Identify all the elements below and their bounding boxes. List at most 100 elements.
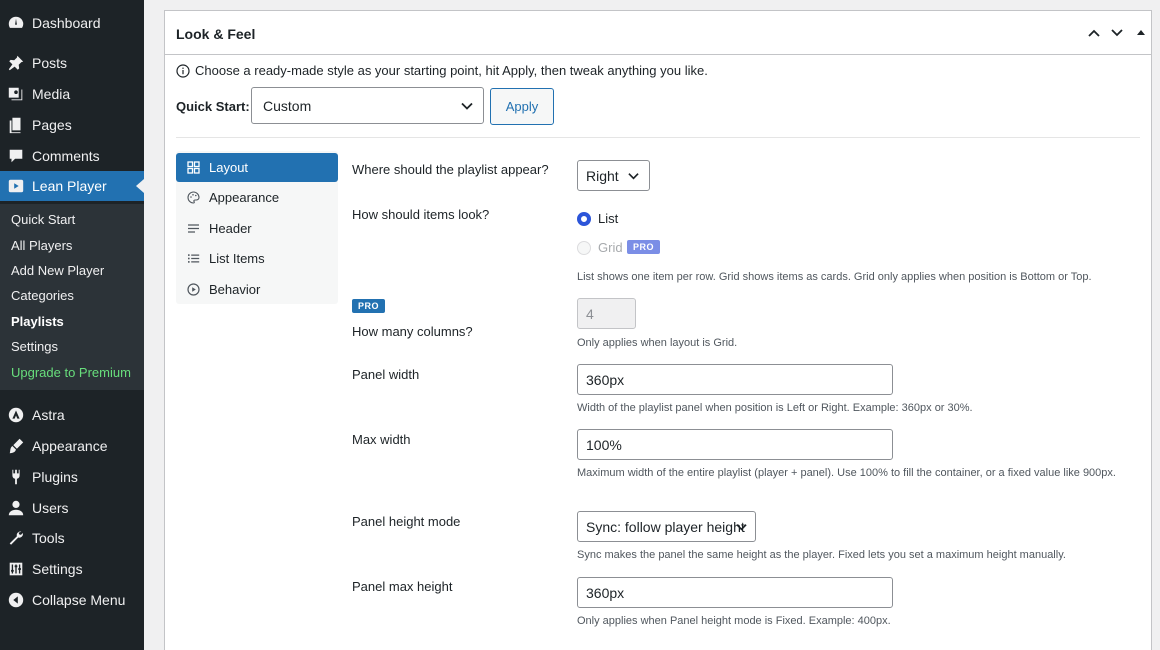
height-mode-label: Panel height mode — [352, 514, 461, 529]
look-description: List shows one item per row. Grid shows … — [577, 271, 1092, 283]
submenu-playlists[interactable]: Playlists — [11, 312, 64, 332]
tab-label: List Items — [209, 251, 265, 266]
tab-layout[interactable]: Layout — [176, 153, 338, 182]
menu-item-astra[interactable]: Astra — [0, 400, 144, 430]
lines-icon — [188, 224, 199, 233]
max-width-input[interactable]: 100% — [577, 429, 893, 460]
height-mode-value: Sync: follow player height — [586, 518, 745, 535]
max-width-label: Max width — [352, 432, 411, 447]
sliders-icon — [0, 560, 32, 578]
tab-label: Appearance — [209, 190, 280, 205]
quick-start-label: Quick Start: — [176, 99, 250, 114]
user-icon — [0, 499, 32, 517]
submenu-upgrade[interactable]: Upgrade to Premium — [11, 363, 131, 383]
comment-icon — [0, 147, 32, 165]
menu-item-dashboard[interactable]: Dashboard — [0, 8, 144, 38]
menu-item-users[interactable]: Users — [0, 493, 144, 523]
radio-indicator — [577, 240, 591, 255]
info-icon — [176, 63, 190, 78]
radio-label: List — [598, 211, 619, 226]
intro-text: Choose a ready-made style as your starti… — [195, 63, 708, 78]
submenu-all-players[interactable]: All Players — [11, 236, 72, 256]
caret-up-icon — [1137, 30, 1145, 35]
chevron-down-icon — [628, 172, 639, 179]
submenu-quick-start[interactable]: Quick Start — [11, 210, 75, 230]
menu-label: Dashboard — [32, 15, 101, 31]
chevron-down-icon — [461, 102, 473, 110]
play-circle-icon — [187, 283, 200, 296]
look-and-feel-panel: Look & Feel Choose a ready-made style as… — [164, 10, 1152, 650]
pro-badge: PRO — [352, 299, 386, 313]
menu-label: Comments — [32, 148, 100, 164]
panel-width-description: Width of the playlist panel when positio… — [577, 402, 973, 414]
submenu-add-new-player[interactable]: Add New Player — [11, 261, 104, 281]
menu-label: Media — [32, 86, 71, 102]
tab-behavior[interactable]: Behavior — [176, 275, 338, 304]
menu-item-collapse[interactable]: Collapse Menu — [0, 585, 144, 615]
max-height-input[interactable]: 360px — [577, 577, 893, 608]
apply-button[interactable]: Apply — [490, 88, 554, 125]
brush-icon — [0, 437, 32, 455]
menu-label: Settings — [32, 561, 83, 577]
move-up-button[interactable] — [1084, 23, 1104, 43]
pro-badge: PRO — [627, 240, 661, 254]
play-icon — [0, 177, 32, 195]
radio-label: Grid — [598, 240, 623, 255]
menu-item-pages[interactable]: Pages — [0, 110, 144, 140]
admin-sidebar: Dashboard Posts Media Pages Comments Lea… — [0, 0, 144, 650]
palette-icon — [187, 191, 200, 204]
collapse-icon — [0, 591, 32, 609]
submenu-categories[interactable]: Categories — [11, 286, 74, 306]
position-label: Where should the playlist appear? — [352, 162, 549, 177]
wrench-icon — [0, 529, 32, 547]
menu-item-settings[interactable]: Settings — [0, 554, 144, 584]
move-down-button[interactable] — [1107, 23, 1127, 43]
menu-item-comments[interactable]: Comments — [0, 141, 144, 171]
menu-item-posts[interactable]: Posts — [0, 48, 144, 78]
submenu-settings[interactable]: Settings — [11, 337, 58, 357]
max-height-description: Only applies when Panel height mode is F… — [577, 615, 891, 627]
panel-title: Look & Feel — [176, 26, 256, 42]
menu-label: Astra — [32, 407, 65, 423]
height-mode-select[interactable]: Sync: follow player height — [577, 511, 756, 542]
tab-label: Behavior — [209, 282, 261, 297]
panel-width-label: Panel width — [352, 367, 420, 382]
menu-label: Pages — [32, 117, 72, 133]
max-height-value: 360px — [586, 584, 625, 601]
chevron-down-icon — [736, 523, 747, 530]
look-label: How should items look? — [352, 207, 490, 222]
settings-tabs: Layout Appearance Header List Items Beha… — [176, 151, 338, 304]
radio-list[interactable]: List — [577, 211, 618, 226]
tab-list-items[interactable]: List Items — [176, 244, 338, 273]
menu-item-lean-player[interactable]: Lean Player — [0, 171, 144, 201]
menu-item-media[interactable]: Media — [0, 79, 144, 109]
menu-item-plugins[interactable]: Plugins — [0, 462, 144, 492]
pages-icon — [0, 116, 32, 134]
columns-description: Only applies when layout is Grid. — [577, 337, 738, 349]
intro-notice: Choose a ready-made style as your starti… — [176, 63, 708, 78]
tab-header[interactable]: Header — [176, 214, 338, 243]
columns-input: 4 — [577, 298, 636, 329]
pin-icon — [0, 54, 32, 72]
grid-icon — [187, 161, 200, 174]
menu-label: Collapse Menu — [32, 592, 126, 608]
quick-start-value: Custom — [263, 97, 312, 114]
dashboard-icon — [0, 14, 32, 32]
max-width-description: Maximum width of the entire playlist (pl… — [577, 467, 1116, 479]
tab-label: Header — [209, 221, 252, 236]
quick-start-select[interactable]: Custom — [251, 87, 484, 124]
list-icon — [188, 254, 200, 263]
max-width-value: 100% — [586, 436, 622, 453]
menu-label: Users — [32, 500, 69, 516]
menu-item-appearance[interactable]: Appearance — [0, 431, 144, 461]
menu-label: Plugins — [32, 469, 78, 485]
panel-width-value: 360px — [586, 371, 625, 388]
position-select[interactable]: Right — [577, 160, 650, 191]
panel-width-input[interactable]: 360px — [577, 364, 893, 395]
toggle-panel-button[interactable] — [1131, 23, 1151, 43]
plug-icon — [0, 468, 32, 486]
lean-player-submenu: Quick Start All Players Add New Player C… — [0, 204, 144, 390]
menu-item-tools[interactable]: Tools — [0, 523, 144, 553]
divider — [176, 137, 1140, 138]
tab-appearance[interactable]: Appearance — [176, 183, 338, 212]
